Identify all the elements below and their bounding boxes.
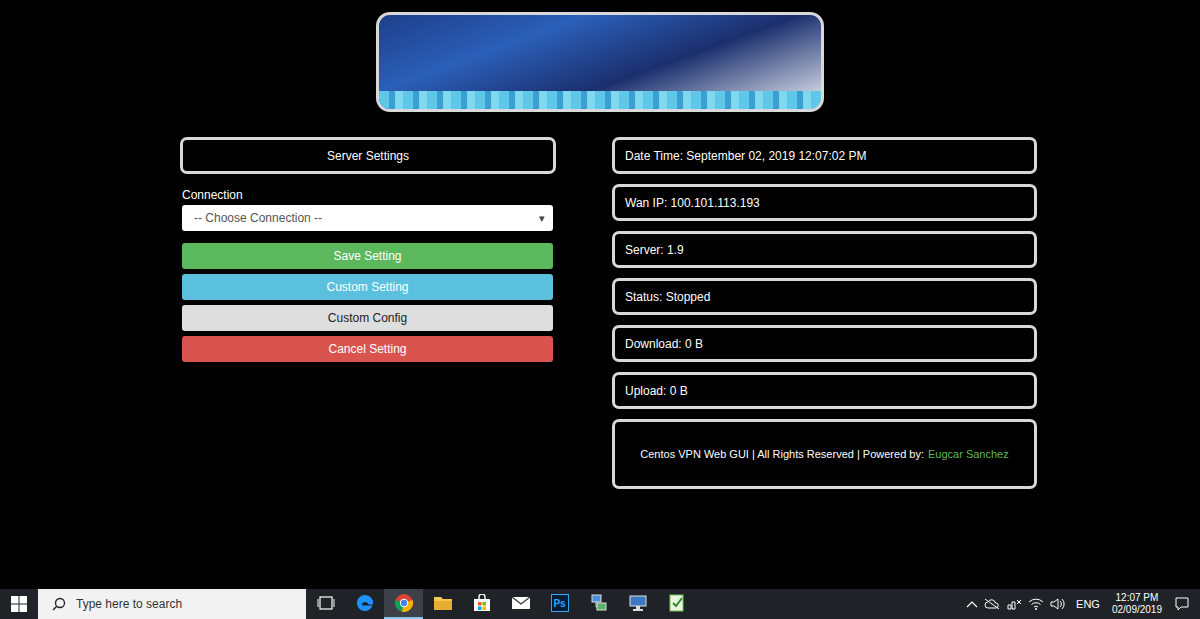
language-indicator[interactable]: ENG <box>1076 598 1100 610</box>
remote-desktop-icon <box>628 593 648 613</box>
info-column: Date Time: September 02, 2019 12:07:02 P… <box>612 137 1037 489</box>
taskbar-app[interactable] <box>462 589 501 619</box>
columns: Server Settings Connection -- Choose Conne… <box>180 137 1037 489</box>
action-button[interactable]: Save Setting <box>182 243 553 269</box>
info-row: Download: 0 B <box>612 325 1037 362</box>
search-box[interactable]: Type here to search <box>38 589 306 619</box>
server-settings-title: Server Settings <box>180 137 556 174</box>
taskbar-app[interactable] <box>657 589 696 619</box>
main-content: Server Settings Connection -- Choose Conne… <box>0 0 1200 589</box>
taskbar-app[interactable] <box>423 589 462 619</box>
wifi-icon[interactable] <box>1028 597 1044 611</box>
start-button[interactable] <box>0 589 38 619</box>
action-button[interactable]: Custom Config <box>182 305 553 331</box>
notification-icon[interactable] <box>1174 596 1190 612</box>
search-icon <box>52 597 66 611</box>
store-icon <box>473 594 491 612</box>
cloud-icon[interactable] <box>984 598 1000 610</box>
taskbar: Type here to search Ps ENG 12:07 PM02/09/20… <box>0 589 1200 619</box>
taskbar-app[interactable] <box>579 589 618 619</box>
connection-select[interactable]: -- Choose Connection -- ▾ <box>182 205 553 231</box>
chrome-icon <box>394 593 414 613</box>
button-list: Save Setting Custom Setting Custom Config C… <box>182 243 553 362</box>
taskbar-app[interactable] <box>345 589 384 619</box>
banner-image <box>376 12 824 112</box>
footer-text: Centos VPN Web GUI | All Rights Reserved… <box>640 448 924 460</box>
taskbar-app[interactable]: Ps <box>540 589 579 619</box>
edge-icon <box>355 593 375 613</box>
volume-icon[interactable] <box>1050 597 1066 611</box>
clock-date: 02/09/2019 <box>1112 604 1162 616</box>
info-row: Upload: 0 B <box>612 372 1037 409</box>
mail-icon <box>511 596 531 610</box>
system-tray: ENG 12:07 PM02/09/2019 <box>966 592 1200 616</box>
info-row: Wan IP: 100.101.113.193 <box>612 184 1037 221</box>
footer: Centos VPN Web GUI | All Rights Reserved… <box>612 419 1037 489</box>
dropdown-arrow-icon: ▾ <box>539 212 545 225</box>
connection-placeholder: -- Choose Connection -- <box>194 211 322 225</box>
search-placeholder: Type here to search <box>76 597 182 611</box>
info-row: Server: 1.9 <box>612 231 1037 268</box>
folder-icon <box>433 594 453 612</box>
connection-label: Connection <box>182 188 556 202</box>
info-row: Status: Stopped <box>612 278 1037 315</box>
task-view-icon <box>317 595 335 611</box>
taskbar-app[interactable] <box>501 589 540 619</box>
photoshop-icon: Ps <box>551 594 569 612</box>
settings-column: Server Settings Connection -- Choose Conne… <box>180 137 556 489</box>
notepad-icon <box>668 593 686 613</box>
app-list: Ps <box>306 589 696 619</box>
network-app-icon <box>589 593 609 613</box>
banner-skyline <box>379 91 821 109</box>
clock-time: 12:07 PM <box>1116 592 1159 604</box>
network-icon[interactable] <box>1006 597 1022 611</box>
taskbar-app[interactable] <box>618 589 657 619</box>
page: Server Settings Connection -- Choose Conne… <box>0 0 1200 619</box>
chevron-up-icon[interactable] <box>966 599 978 609</box>
windows-icon <box>11 596 27 612</box>
action-button[interactable]: Cancel Setting <box>182 336 553 362</box>
author-link[interactable]: Eugcar Sanchez <box>928 448 1009 460</box>
taskbar-app[interactable] <box>306 589 345 619</box>
taskbar-app[interactable] <box>384 589 423 619</box>
clock[interactable]: 12:07 PM02/09/2019 <box>1112 592 1162 616</box>
action-button[interactable]: Custom Setting <box>182 274 553 300</box>
info-row: Date Time: September 02, 2019 12:07:02 P… <box>612 137 1037 174</box>
